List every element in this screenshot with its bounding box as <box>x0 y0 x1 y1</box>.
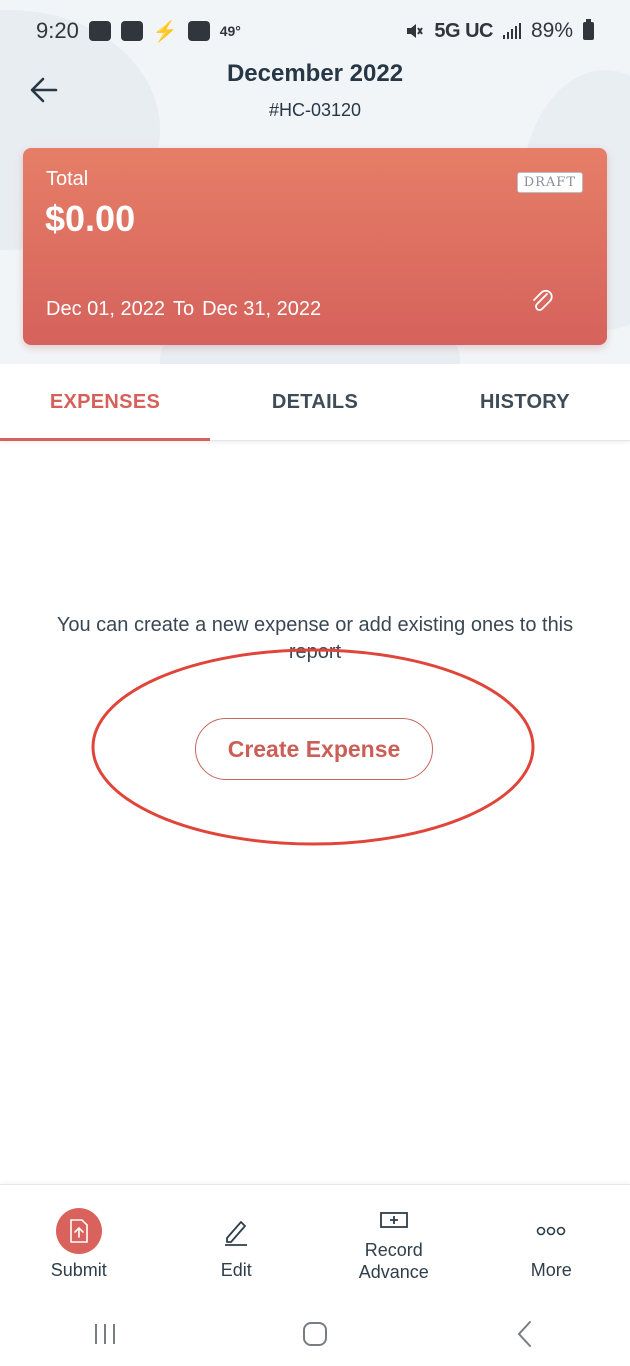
system-back-button[interactable] <box>495 1314 555 1354</box>
money-icon <box>370 1205 418 1235</box>
status-bar-left: 9:20 ⚡ 49° <box>36 18 241 44</box>
signal-icon <box>502 23 521 39</box>
status-badge: DRAFT <box>516 172 583 193</box>
record-advance-button[interactable]: Record Advance <box>315 1185 473 1303</box>
bottom-action-bar: Submit Edit Record Advance More <box>0 1184 630 1303</box>
lightning-icon: ⚡ <box>152 20 178 43</box>
recent-apps-button[interactable] <box>75 1314 135 1354</box>
end-date: Dec 31, 2022 <box>202 298 322 320</box>
battery-icon <box>583 19 594 40</box>
tab-expenses[interactable]: EXPENSES <box>0 364 210 441</box>
battery-percent: 89% <box>530 19 573 42</box>
tab-history[interactable]: HISTORY <box>420 364 630 440</box>
submit-icon-wrapper <box>55 1207 103 1255</box>
home-button[interactable] <box>285 1314 345 1354</box>
submit-button[interactable]: Submit <box>0 1185 158 1303</box>
camera-notification-icon <box>120 21 143 41</box>
more-icon <box>527 1207 575 1255</box>
report-summary-card: Total $0.00 DRAFT Dec 01, 2022 To Dec 31… <box>23 148 607 345</box>
report-date-range: Dec 01, 2022 To Dec 31, 2022 <box>46 298 321 321</box>
home-icon <box>303 1322 327 1346</box>
page-title: December 2022 <box>226 60 404 87</box>
status-temperature: 49° <box>219 23 241 39</box>
system-navigation-bar <box>0 1302 630 1366</box>
mute-icon <box>407 24 424 38</box>
expense-report-screen: 9:20 ⚡ 49° 5G UC 89% December 2022 #HC-0… <box>0 0 630 1366</box>
status-bar-right: 5G UC 89% <box>404 19 594 43</box>
voicemail-icon <box>88 21 111 41</box>
report-tabs: EXPENSES DETAILS HISTORY <box>0 364 630 441</box>
paperclip-icon[interactable] <box>527 286 557 316</box>
record-advance-label: Record Advance <box>358 1240 429 1282</box>
total-label: Total <box>46 168 89 190</box>
edit-label: Edit <box>220 1260 252 1280</box>
chevron-left-icon <box>517 1321 531 1347</box>
image-icon <box>187 21 210 41</box>
empty-state-message: You can create a new expense or add exis… <box>56 614 574 663</box>
create-expense-button[interactable]: Create Expense <box>195 718 433 780</box>
status-time: 9:20 <box>36 18 79 43</box>
edit-button[interactable]: Edit <box>158 1185 316 1303</box>
more-label: More <box>530 1260 572 1280</box>
network-type: 5G UC <box>434 19 493 42</box>
date-separator: To <box>172 298 195 320</box>
more-button[interactable]: More <box>473 1185 630 1303</box>
tab-details[interactable]: DETAILS <box>210 364 420 440</box>
start-date: Dec 01, 2022 <box>46 298 165 320</box>
total-amount: $0.00 <box>45 198 136 239</box>
submit-label: Submit <box>50 1260 107 1280</box>
pencil-icon <box>212 1207 260 1255</box>
report-number: #HC-03120 <box>268 100 362 120</box>
recent-apps-icon <box>95 1324 115 1344</box>
submit-icon <box>55 1208 102 1254</box>
status-bar: 9:20 ⚡ 49° 5G UC 89% <box>0 0 630 62</box>
